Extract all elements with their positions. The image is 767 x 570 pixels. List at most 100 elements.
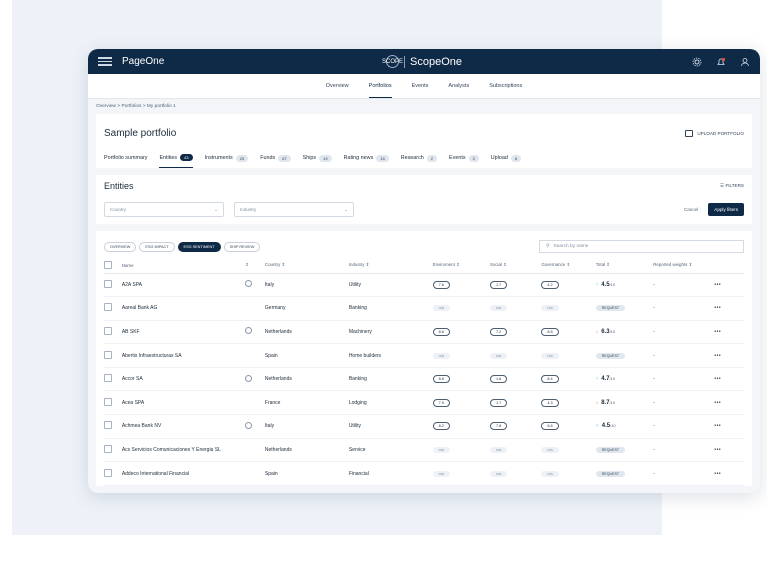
- brand-name[interactable]: PageOne: [122, 56, 164, 67]
- upload-portfolio-button[interactable]: UPLOAD PORTFOLIO: [685, 129, 744, 137]
- entity-name[interactable]: Accor SA: [122, 376, 143, 382]
- column-header[interactable]: Enviroment ⇕: [432, 258, 490, 274]
- cancel-button[interactable]: Cancel: [684, 207, 698, 212]
- nav-item[interactable]: Subscriptions: [489, 75, 522, 97]
- sort-icon[interactable]: ⇕: [245, 258, 265, 274]
- gear-icon[interactable]: [692, 57, 702, 67]
- column-header[interactable]: Name: [121, 258, 246, 274]
- column-header[interactable]: Country ⇕: [264, 258, 349, 274]
- table-row[interactable]: Achmea Bank NV Italy Utility 8.2 7.8 6.6 ○ 4.5/…: [104, 414, 744, 439]
- breadcrumb[interactable]: Overview > Portfolios > My portfolio 1: [88, 99, 760, 114]
- industry-cell: Lodging: [348, 399, 367, 406]
- soc-score: 1.6: [489, 375, 508, 384]
- request-button[interactable]: REQUEST: [595, 352, 626, 359]
- tab-item[interactable]: Portfolio summary: [104, 148, 147, 168]
- tab-item[interactable]: Instruments 25: [205, 148, 249, 168]
- table-row[interactable]: Abertis Infraestructuras SA Spain Home bui…: [104, 343, 744, 368]
- row-checkbox[interactable]: [104, 303, 112, 312]
- apply-filters-button[interactable]: Apply filters: [708, 203, 744, 216]
- filters-button[interactable]: ☰ FILTERS: [720, 183, 744, 189]
- more-options-icon[interactable]: •••: [714, 329, 721, 335]
- more-options-icon[interactable]: •••: [714, 376, 721, 382]
- view-toggle-button[interactable]: SHIP REVIEW: [223, 241, 261, 252]
- tab-item[interactable]: Events 3: [449, 148, 479, 168]
- table-row[interactable]: Accor SA Netherlands Banking 8.6 1.6 8.4 ↑ 4.7/…: [104, 367, 744, 392]
- bell-icon[interactable]: [716, 57, 726, 67]
- menu-icon[interactable]: [98, 57, 112, 66]
- env-score: 8.6: [432, 375, 450, 384]
- row-checkbox[interactable]: [104, 397, 112, 406]
- analyst-icon[interactable]: [245, 280, 253, 288]
- tab-item[interactable]: Ships 19: [303, 148, 332, 168]
- view-toggle-button[interactable]: OVERVIEW: [104, 241, 137, 252]
- more-options-icon[interactable]: •••: [714, 305, 721, 311]
- total-value: 4.5: [601, 281, 610, 288]
- country-select[interactable]: Country ⌄: [104, 202, 224, 217]
- table-row[interactable]: Acea SPA France Lodging 7.9 1.7 4.3 ↓ 8.7/10 - ••…: [104, 390, 744, 416]
- table-row[interactable]: A2A SPA Italy Utility 7.6 1.7 4.2 ↑ 4.5/10 - •••: [104, 273, 744, 298]
- tab-item[interactable]: Rating news 15: [344, 148, 389, 168]
- nav-item[interactable]: Portfolios: [368, 75, 392, 98]
- row-checkbox[interactable]: [104, 421, 112, 430]
- row-checkbox[interactable]: [104, 326, 112, 335]
- entity-name[interactable]: Acs Servicios Comunicaciones Y Energia S…: [122, 447, 221, 453]
- row-checkbox[interactable]: [104, 374, 112, 383]
- scope-logo-icon: SCOPE: [382, 55, 403, 68]
- industry-placeholder: Industry: [240, 207, 257, 212]
- entity-name[interactable]: Abertis Infraestructuras SA: [122, 353, 182, 359]
- more-options-icon[interactable]: •••: [714, 447, 721, 453]
- nav-item[interactable]: Events: [412, 75, 429, 97]
- country-cell: Netherlands: [264, 328, 292, 335]
- column-header[interactable]: Social ⇕: [489, 258, 542, 274]
- product-name: ScopeOne: [410, 55, 462, 68]
- more-options-icon[interactable]: •••: [714, 353, 721, 359]
- more-options-icon[interactable]: •••: [714, 471, 721, 477]
- entity-name[interactable]: A2A SPA: [122, 282, 142, 288]
- analyst-icon[interactable]: [245, 374, 253, 382]
- column-header[interactable]: Total ⇕: [595, 258, 654, 274]
- more-options-icon[interactable]: •••: [714, 400, 721, 406]
- tab-item[interactable]: Funds 67: [260, 148, 291, 168]
- column-header[interactable]: Industry ⇕: [348, 258, 433, 274]
- more-options-icon[interactable]: •••: [714, 282, 721, 288]
- column-header[interactable]: Governance ⇕: [541, 258, 596, 274]
- nav-item[interactable]: Analysts: [448, 75, 469, 97]
- table-row[interactable]: AB SKF Netherlands Machinery 8.6 7.2 8.5 ↓ 6.3/…: [104, 320, 744, 345]
- entity-name[interactable]: Addeco International Financial: [122, 471, 189, 477]
- entity-name[interactable]: Acea SPA: [122, 400, 144, 406]
- tab-item[interactable]: Entities 43: [159, 148, 193, 168]
- request-button[interactable]: REQUEST: [595, 305, 626, 312]
- more-options-icon[interactable]: •••: [714, 423, 721, 429]
- request-button[interactable]: REQUEST: [595, 446, 626, 453]
- chevron-down-icon: ⌄: [214, 206, 218, 212]
- row-checkbox[interactable]: [104, 444, 112, 453]
- tab-item[interactable]: Upload 6: [491, 148, 522, 168]
- analyst-icon[interactable]: [245, 327, 253, 335]
- user-icon[interactable]: [740, 57, 750, 67]
- analyst-icon[interactable]: [245, 421, 253, 429]
- table-row[interactable]: Aareal Bank AG Germany Banking n/a n/a n/a REQ…: [104, 296, 744, 321]
- entity-name[interactable]: AB SKF: [122, 329, 140, 335]
- nav-item[interactable]: Overview: [326, 75, 349, 97]
- count-badge: 2: [426, 154, 438, 162]
- env-score: n/a: [432, 305, 450, 312]
- row-checkbox[interactable]: [104, 350, 112, 359]
- search-input[interactable]: ⚲ Search by name: [539, 240, 744, 253]
- row-checkbox[interactable]: [104, 279, 112, 288]
- table-row[interactable]: Acs Servicios Comunicaciones Y Energia S…: [104, 438, 744, 463]
- industry-select[interactable]: Industry ⌄: [234, 202, 354, 217]
- entity-name[interactable]: Aareal Bank AG: [122, 305, 158, 311]
- table-row[interactable]: Addeco International Financial Spain Finan…: [104, 461, 744, 486]
- request-button[interactable]: REQUEST: [595, 470, 626, 477]
- tab-item[interactable]: Research 2: [401, 148, 438, 168]
- env-score: 8.2: [432, 422, 450, 431]
- view-toggle-button[interactable]: ESG SENTIMENT: [177, 241, 221, 252]
- select-all-checkbox[interactable]: [104, 260, 112, 269]
- entity-name[interactable]: Achmea Bank NV: [122, 423, 161, 429]
- column-header[interactable]: Reported weights ⇕: [653, 258, 715, 274]
- trend-up-icon: ↑: [595, 376, 599, 383]
- view-toggle-group: OVERVIEW ESG IMPACT ESG SENTIMENT SHIP REVI…: [104, 241, 261, 252]
- view-toggle-button[interactable]: ESG IMPACT: [139, 241, 175, 252]
- row-checkbox[interactable]: [104, 468, 112, 477]
- country-cell: Spain: [264, 352, 278, 359]
